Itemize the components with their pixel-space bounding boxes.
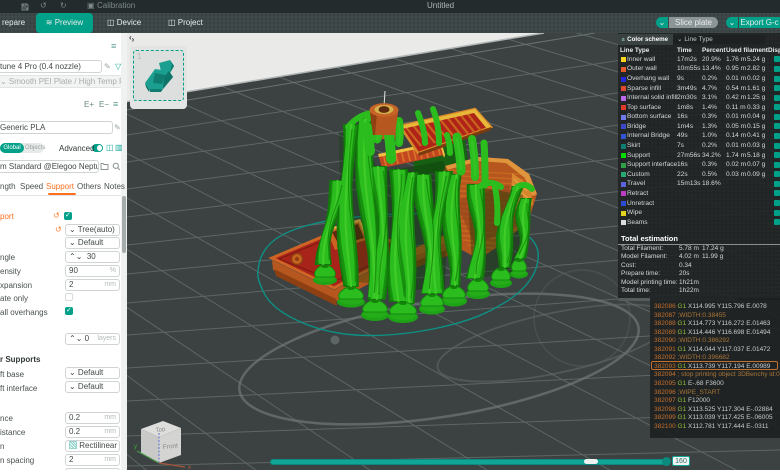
svg-text:x: x [188, 465, 191, 470]
svg-text:y: y [134, 444, 137, 450]
